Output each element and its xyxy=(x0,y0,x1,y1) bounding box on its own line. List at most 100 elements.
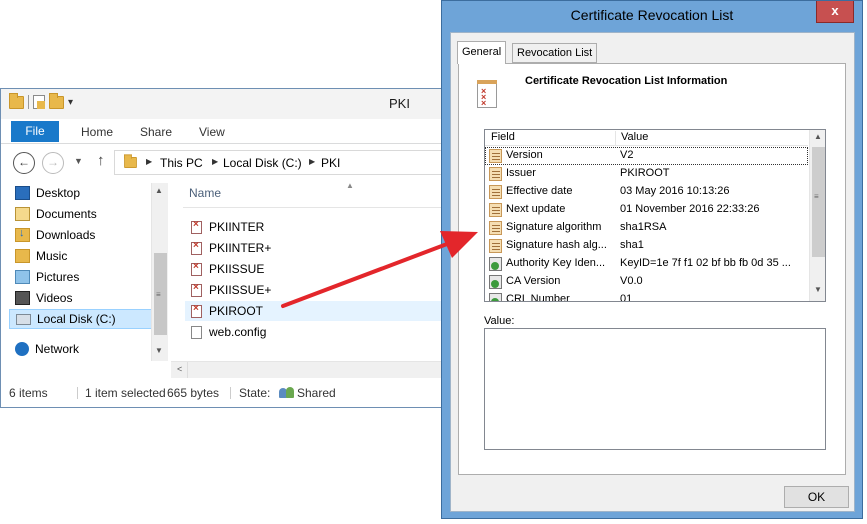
field-value: PKIROOT xyxy=(620,167,670,179)
scroll-left-icon[interactable]: < xyxy=(177,364,182,374)
field-value: V0.0 xyxy=(620,275,643,287)
nav-item-music[interactable]: Music xyxy=(15,246,67,266)
nav-pane-scrollbar[interactable]: ▲ ≡ ▼ xyxy=(151,183,168,361)
scroll-up-icon[interactable]: ▲ xyxy=(814,132,822,141)
horizontal-scrollbar[interactable]: < xyxy=(171,361,449,378)
status-item-count: 6 items xyxy=(9,386,48,400)
file-item-web-config[interactable]: web.config xyxy=(185,322,449,342)
file-item-pkiissue-plus[interactable]: PKIISSUE+ xyxy=(185,280,449,300)
value-label: Value: xyxy=(484,315,515,327)
tab-file[interactable]: File xyxy=(11,121,59,142)
nav-item-videos[interactable]: Videos xyxy=(15,288,72,308)
close-button[interactable]: x xyxy=(816,1,854,23)
field-row[interactable]: Issuer PKIROOT xyxy=(485,165,808,183)
tab-revocation-list[interactable]: Revocation List xyxy=(512,43,598,63)
certificate-revocation-icon: × × × xyxy=(477,80,497,108)
tab-general[interactable]: General xyxy=(457,41,507,64)
crl-file-icon xyxy=(191,240,202,255)
file-explorer-window: ▾ PKI File Home Share View ← → ▼ ↑ ▶ Thi… xyxy=(0,88,449,408)
nav-item-label: Downloads xyxy=(36,228,96,242)
scrollbar-thumb[interactable] xyxy=(812,147,825,257)
new-folder-icon[interactable] xyxy=(49,92,64,109)
field-row[interactable]: Effective date 03 May 2016 10:13:26 xyxy=(485,183,808,201)
recent-locations-icon[interactable]: ▼ xyxy=(74,156,83,166)
scroll-grip-icon: ≡ xyxy=(156,290,161,299)
field-row[interactable]: Authority Key Iden... KeyID=1e 7f f1 02 … xyxy=(485,255,808,273)
downloads-icon xyxy=(15,227,30,242)
navigation-pane: Desktop Documents Downloads Music Pictur… xyxy=(1,183,171,361)
field-name: Signature algorithm xyxy=(506,221,602,233)
file-item-pkiinter-plus[interactable]: PKIINTER+ xyxy=(185,238,449,258)
field-icon xyxy=(489,167,502,181)
address-bar[interactable]: ▶ This PC ▶ Local Disk (C:) ▶ PKI xyxy=(114,150,449,175)
field-name: Next update xyxy=(506,203,566,215)
back-button[interactable]: ← xyxy=(13,152,35,174)
field-icon xyxy=(489,203,502,217)
config-file-icon xyxy=(191,325,202,339)
field-row[interactable]: Signature algorithm sha1RSA xyxy=(485,219,808,237)
status-state-label: State: xyxy=(239,386,271,400)
nav-item-documents[interactable]: Documents xyxy=(15,204,97,224)
file-name: PKIISSUE+ xyxy=(209,283,272,297)
field-value: V2 xyxy=(620,149,634,161)
folder-icon xyxy=(124,154,137,169)
scroll-down-icon[interactable]: ▼ xyxy=(155,346,163,355)
field-row[interactable]: Next update 01 November 2016 22:33:26 xyxy=(485,201,808,219)
field-value: sha1 xyxy=(620,239,644,251)
chevron-right-icon[interactable]: ▶ xyxy=(309,157,315,166)
field-name: Authority Key Iden... xyxy=(506,257,606,269)
field-row[interactable]: CRL Number 01 xyxy=(485,291,808,302)
breadcrumb-pki[interactable]: PKI xyxy=(321,156,340,170)
nav-item-local-disk[interactable]: Local Disk (C:) xyxy=(9,309,163,329)
nav-item-network[interactable]: Network xyxy=(15,339,79,359)
file-list-pane: ▲ Name PKIINTER PKIINTER+ PKIISSUE PKIIS… xyxy=(171,181,449,361)
dialog-body: General Revocation List × × × Certificat… xyxy=(450,32,855,512)
videos-icon xyxy=(15,291,30,305)
tab-home[interactable]: Home xyxy=(81,125,113,139)
documents-icon xyxy=(15,207,30,221)
crl-file-icon xyxy=(191,261,202,276)
chevron-right-icon[interactable]: ▶ xyxy=(146,157,152,166)
field-list-scrollbar[interactable]: ▲ ≡ ▼ xyxy=(809,130,825,301)
field-name: CA Version xyxy=(506,275,561,287)
scroll-down-icon[interactable]: ▼ xyxy=(814,285,822,294)
breadcrumb-this-pc[interactable]: This PC xyxy=(160,156,203,170)
field-name: Issuer xyxy=(506,167,536,179)
tab-share[interactable]: Share xyxy=(140,125,172,139)
up-arrow-icon[interactable]: ↑ xyxy=(97,152,105,169)
field-icon xyxy=(489,149,502,163)
forward-button[interactable]: → xyxy=(42,152,64,174)
field-row[interactable]: Version V2 xyxy=(485,147,808,165)
ok-button[interactable]: OK xyxy=(784,486,849,508)
column-header-field[interactable]: Field xyxy=(491,131,515,143)
field-list[interactable]: Field Value Version V2 Issuer PKIROOT Ef… xyxy=(484,129,826,302)
field-name: CRL Number xyxy=(506,293,570,302)
field-row[interactable]: CA Version V0.0 xyxy=(485,273,808,291)
customize-toolbar-icon[interactable]: ▾ xyxy=(68,97,73,108)
file-item-pkiroot[interactable]: PKIROOT xyxy=(185,301,449,321)
music-icon xyxy=(15,249,30,263)
chevron-right-icon[interactable]: ▶ xyxy=(212,157,218,166)
breadcrumb-local-disk[interactable]: Local Disk (C:) xyxy=(223,156,302,170)
window-title: PKI xyxy=(389,96,410,111)
tab-view[interactable]: View xyxy=(199,125,225,139)
nav-item-pictures[interactable]: Pictures xyxy=(15,267,79,287)
field-icon xyxy=(489,185,502,199)
dialog-title: Certificate Revocation List xyxy=(570,7,734,23)
column-header-name[interactable]: Name xyxy=(189,186,221,200)
file-item-pkiinter[interactable]: PKIINTER xyxy=(185,217,449,237)
value-textbox[interactable] xyxy=(484,328,826,450)
crl-file-icon xyxy=(191,282,202,297)
extension-icon xyxy=(489,257,502,271)
field-value: sha1RSA xyxy=(620,221,667,233)
file-item-pkiissue[interactable]: PKIISSUE xyxy=(185,259,449,279)
file-name: PKIISSUE xyxy=(209,262,265,276)
nav-item-downloads[interactable]: Downloads xyxy=(15,225,95,245)
field-row[interactable]: Signature hash alg... sha1 xyxy=(485,237,808,255)
nav-item-desktop[interactable]: Desktop xyxy=(15,183,80,203)
column-divider[interactable] xyxy=(615,131,616,145)
scroll-up-icon[interactable]: ▲ xyxy=(155,186,163,195)
desktop-icon xyxy=(15,186,30,200)
properties-icon[interactable] xyxy=(33,95,45,109)
column-header-value[interactable]: Value xyxy=(621,131,648,143)
